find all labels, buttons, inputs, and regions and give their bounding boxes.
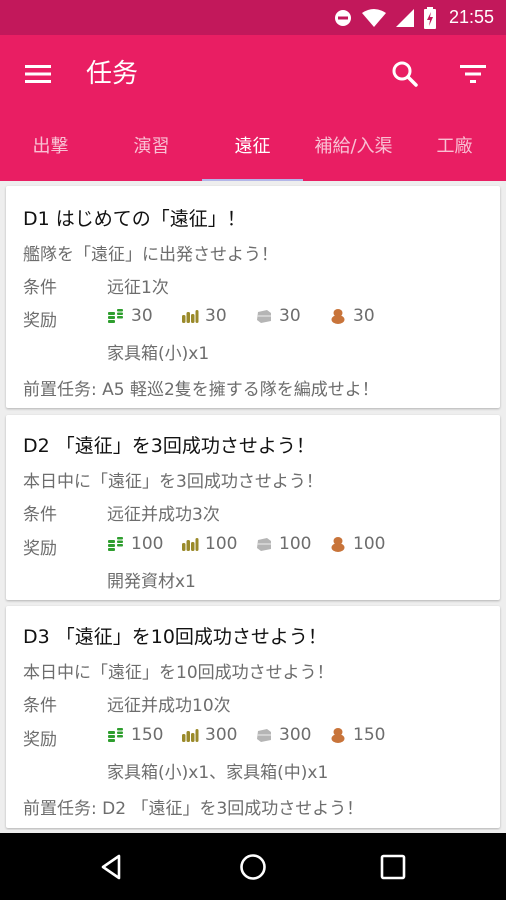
ammo-icon (181, 308, 202, 324)
cell-signal-icon (395, 8, 414, 27)
fuel-amount: 100 (131, 534, 164, 554)
steel-reward: 100 (255, 534, 329, 554)
prerequisite-label: 前置任务: (23, 799, 103, 819)
steel-reward: 300 (255, 725, 329, 745)
search-button[interactable] (388, 57, 422, 91)
steel-amount: 100 (279, 534, 312, 554)
condition-label: 条件 (23, 696, 57, 716)
quest-card[interactable]: D1 はじめての「遠征」！ 艦隊を「遠征」に出発させよう！ 条件 远征1次 奖励… (6, 186, 500, 408)
condition-value: 远征并成功3次 (107, 505, 220, 525)
tab-arsenal[interactable]: 工廠 (404, 123, 505, 181)
recents-icon (380, 854, 406, 880)
resource-rewards: 30 30 30 30 (107, 306, 403, 326)
fuel-icon (107, 536, 128, 552)
tab-exercise[interactable]: 演習 (101, 123, 202, 181)
do-not-disturb-icon (334, 9, 351, 26)
quest-title: D1 はじめての「遠征」！ (23, 208, 246, 230)
condition-label: 条件 (23, 278, 57, 298)
quest-description: 艦隊を「遠征」に出発させよう！ (23, 245, 278, 265)
back-button[interactable] (96, 851, 128, 883)
prerequisite-label: 前置任务: (23, 380, 103, 400)
prerequisite-value: A5 軽巡2隻を擁する隊を編成せよ！ (102, 380, 379, 400)
ammo-reward: 30 (181, 306, 255, 326)
reward-label: 奖励 (23, 539, 57, 559)
bauxite-amount: 100 (353, 534, 386, 554)
page-title: 任务 (86, 59, 139, 89)
fuel-amount: 150 (131, 725, 164, 745)
ammo-icon (181, 727, 202, 743)
bauxite-icon (329, 727, 350, 743)
filter-icon (460, 65, 486, 83)
reward-label: 奖励 (23, 730, 57, 750)
steel-amount: 300 (279, 725, 312, 745)
bauxite-reward: 150 (329, 725, 403, 745)
fuel-amount: 30 (131, 306, 153, 326)
item-rewards: 家具箱(小)x1 (107, 344, 210, 364)
resource-rewards: 150 300 300 150 (107, 725, 403, 745)
app-bar: 任务 出撃 演習 遠征 補給/入渠 工廠 (0, 35, 506, 181)
filter-button[interactable] (456, 57, 490, 91)
ammo-reward: 300 (181, 725, 255, 745)
tab-expedition[interactable]: 遠征 (202, 123, 303, 181)
search-icon (392, 61, 418, 87)
steel-amount: 30 (279, 306, 301, 326)
prerequisite-value: D2 「遠征」を3回成功させよう！ (102, 799, 364, 819)
prerequisite: 前置任务: A5 軽巡2隻を擁する隊を編成せよ！ (23, 375, 379, 400)
fuel-reward: 150 (107, 725, 181, 745)
recents-button[interactable] (377, 851, 409, 883)
steel-icon (255, 536, 276, 552)
home-button[interactable] (237, 851, 269, 883)
quest-description: 本日中に「遠征」を3回成功させよう！ (23, 472, 323, 492)
quest-title: D3 「遠征」を10回成功させよう！ (23, 626, 327, 648)
condition-value: 远征并成功10次 (107, 696, 231, 716)
tab-supply-docking[interactable]: 補給/入渠 (303, 123, 404, 181)
steel-icon (255, 727, 276, 743)
menu-button[interactable] (24, 61, 54, 87)
ammo-icon (181, 536, 202, 552)
navigation-bar (0, 833, 506, 900)
bauxite-reward: 100 (329, 534, 403, 554)
ammo-amount: 100 (205, 534, 238, 554)
menu-icon (25, 65, 51, 83)
bauxite-reward: 30 (329, 306, 403, 326)
item-rewards: 家具箱(小)x1、家具箱(中)x1 (107, 763, 329, 783)
condition-label: 条件 (23, 505, 57, 525)
condition-value: 远征1次 (107, 278, 169, 298)
battery-charging-icon (423, 6, 436, 29)
ammo-amount: 300 (205, 725, 238, 745)
bauxite-icon (329, 536, 350, 552)
wifi-icon (361, 8, 386, 27)
status-bar: 21:55 (0, 0, 506, 35)
steel-reward: 30 (255, 306, 329, 326)
prerequisite: 前置任务: D2 「遠征」を3回成功させよう！ (23, 794, 363, 819)
ammo-amount: 30 (205, 306, 227, 326)
item-rewards: 開発資材x1 (107, 572, 196, 592)
quest-card[interactable]: D2 「遠征」を3回成功させよう！ 本日中に「遠征」を3回成功させよう！ 条件 … (6, 415, 500, 600)
steel-icon (255, 308, 276, 324)
clock: 21:55 (448, 7, 494, 27)
tab-sortie[interactable]: 出撃 (0, 123, 101, 181)
quest-card[interactable]: D3 「遠征」を10回成功させよう！ 本日中に「遠征」を10回成功させよう！ 条… (6, 606, 500, 828)
fuel-icon (107, 308, 128, 324)
home-icon (240, 854, 266, 880)
fuel-reward: 30 (107, 306, 181, 326)
bauxite-icon (329, 308, 350, 324)
ammo-reward: 100 (181, 534, 255, 554)
tab-bar: 出撃 演習 遠征 補給/入渠 工廠 (0, 123, 506, 181)
quest-title: D2 「遠征」を3回成功させよう！ (23, 435, 315, 457)
reward-label: 奖励 (23, 311, 57, 331)
back-icon (101, 854, 121, 880)
bauxite-amount: 150 (353, 725, 386, 745)
fuel-icon (107, 727, 128, 743)
fuel-reward: 100 (107, 534, 181, 554)
resource-rewards: 100 100 100 100 (107, 534, 403, 554)
quest-list[interactable]: D1 はじめての「遠征」！ 艦隊を「遠征」に出発させよう！ 条件 远征1次 奖励… (0, 181, 506, 830)
quest-description: 本日中に「遠征」を10回成功させよう！ (23, 663, 334, 683)
bauxite-amount: 30 (353, 306, 375, 326)
